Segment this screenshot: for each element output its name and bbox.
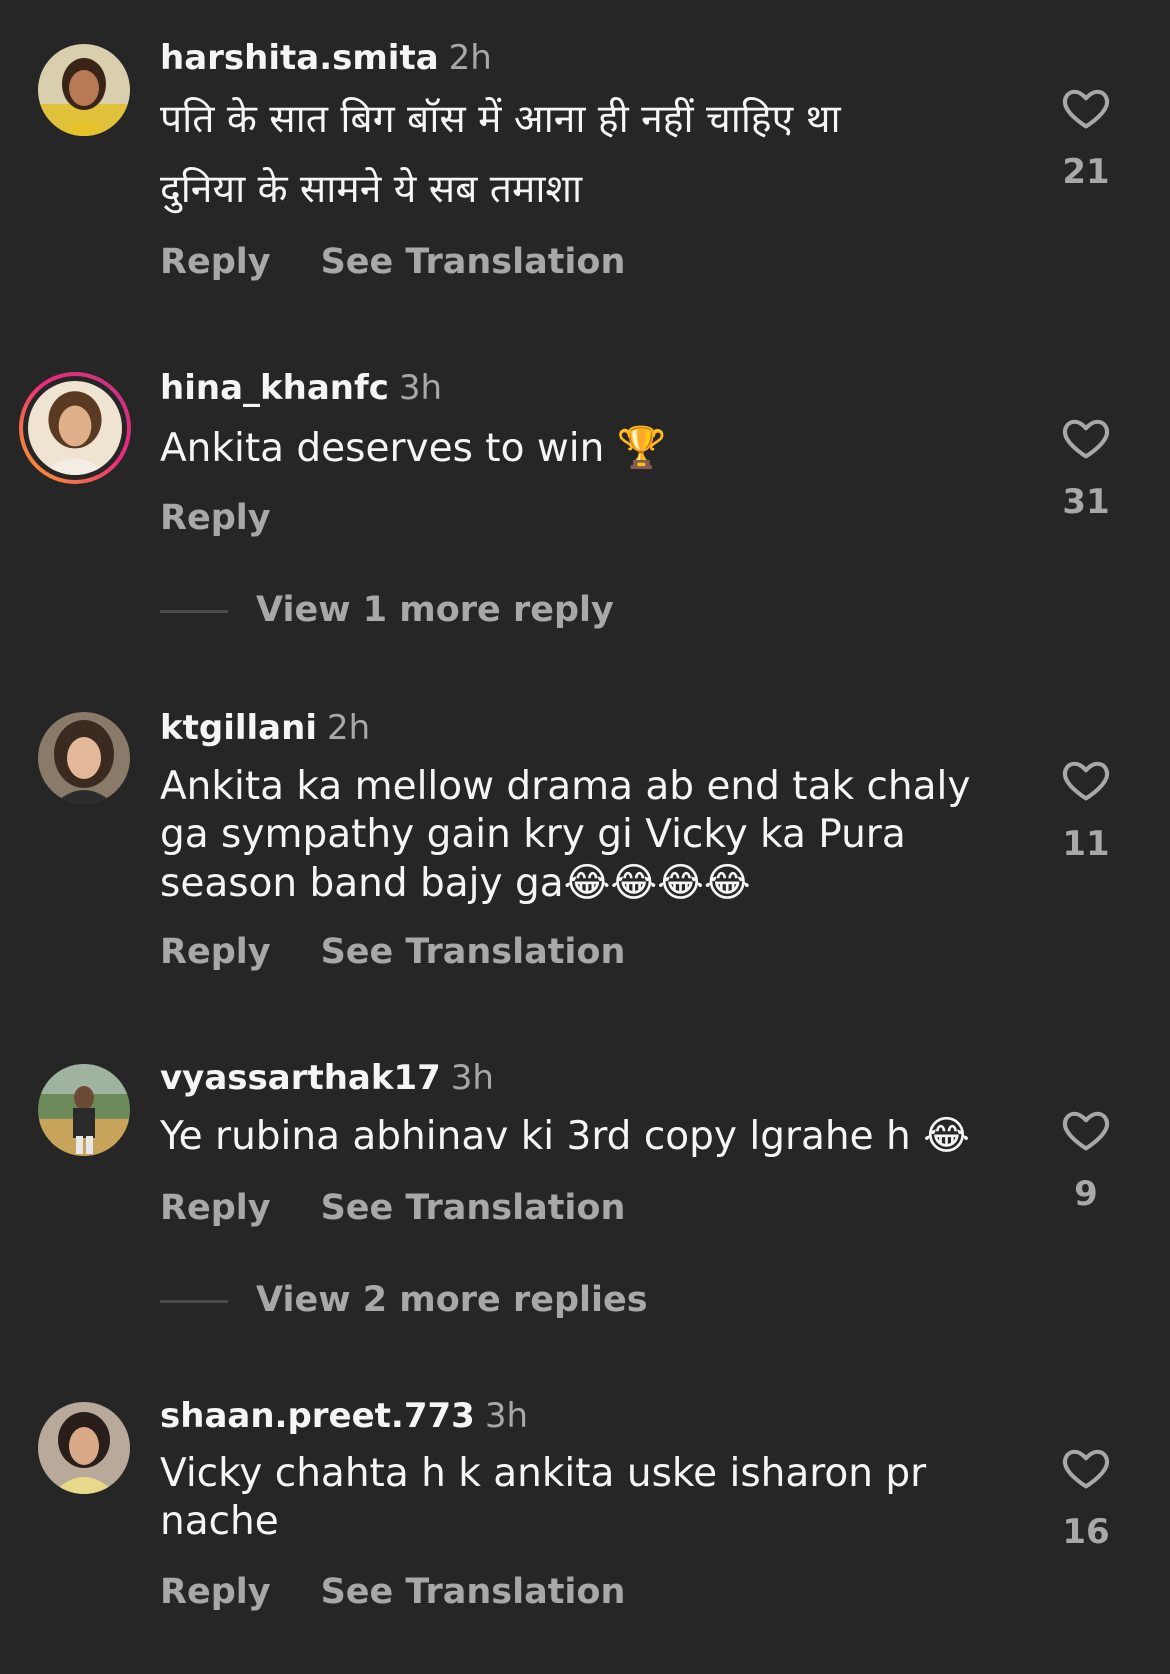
comment-actions: Reply See Translation [160,242,625,282]
avatar [28,381,122,475]
reply-button[interactable]: Reply [160,242,271,282]
like-control: 11 [1050,754,1122,864]
timestamp: 2h [326,708,371,748]
avatar-with-story-ring[interactable] [19,372,131,484]
like-control: 31 [1050,412,1122,522]
reply-button[interactable]: Reply [160,932,271,972]
avatar[interactable] [38,1402,130,1494]
username[interactable]: ktgillani [160,708,317,748]
heart-outline-icon[interactable] [1060,82,1112,134]
see-translation-button[interactable]: See Translation [321,242,626,282]
view-more-replies[interactable]: View 1 more reply [160,590,614,630]
username[interactable]: vyassarthak17 [160,1058,441,1098]
comment-text-body: Ye rubina abhinav ki 3rd copy lgrahe h [160,1114,911,1159]
like-control: 21 [1050,82,1122,192]
heart-outline-icon[interactable] [1060,1104,1112,1156]
view-more-replies[interactable]: View 2 more replies [160,1280,648,1320]
like-control: 16 [1050,1442,1122,1552]
username[interactable]: shaan.preet.773 [160,1396,475,1436]
comment-actions: Reply [160,498,321,538]
view-more-replies-label: View 2 more replies [256,1280,648,1320]
comment-text: Ankita ka mellow drama ab end tak chaly … [160,763,990,908]
divider-line [160,609,228,613]
like-count: 21 [1062,152,1110,192]
divider-line [160,1299,228,1303]
like-count: 9 [1074,1174,1098,1214]
heart-outline-icon[interactable] [1060,754,1112,806]
timestamp: 2h [448,38,492,78]
comment-item: hina_khanfc 3h Ankita deserves to win 🏆 R… [0,330,1170,670]
reply-button[interactable]: Reply [160,1572,271,1612]
avatar[interactable] [38,44,130,136]
comment-item: ktgillani 2h Ankita ka mellow drama ab en… [0,670,1170,1030]
username[interactable]: harshita.smita [160,38,439,78]
comment-text: Vicky chahta h k ankita uske isharon pr … [160,1450,990,1546]
timestamp: 3h [484,1396,529,1436]
comment-header: hina_khanfc 3h [160,368,442,408]
comment-actions: Reply See Translation [160,932,625,972]
timestamp: 3h [398,368,443,408]
like-count: 11 [1062,824,1110,864]
comment-header: shaan.preet.773 3h [160,1396,528,1436]
comment-item: vyassarthak17 3h Ye rubina abhinav ki 3rd… [0,1030,1170,1360]
comment-item: harshita.smita 2h पति के सात बिग बॉस में … [0,0,1170,330]
like-count: 16 [1062,1512,1110,1552]
comment-actions: Reply See Translation [160,1572,625,1612]
like-control: 9 [1050,1104,1122,1214]
laughing-emoji: 😂 [923,1113,970,1159]
comment-text: Ankita deserves to win 🏆 [160,424,990,473]
see-translation-button[interactable]: See Translation [321,1188,626,1228]
comment-text-line: दुनिया के सामने ये सब तमाशा [160,167,583,212]
see-translation-button[interactable]: See Translation [321,1572,626,1612]
comment-header: ktgillani 2h [160,708,370,748]
comment-item: shaan.preet.773 3h Vicky chahta h k ankit… [0,1370,1170,1674]
comment-actions: Reply See Translation [160,1188,625,1228]
laughing-emoji: 😂😂😂😂 [563,860,751,906]
trophy-emoji: 🏆 [616,425,667,471]
timestamp: 3h [450,1058,494,1098]
heart-outline-icon[interactable] [1060,412,1112,464]
see-translation-button[interactable]: See Translation [321,932,626,972]
reply-button[interactable]: Reply [160,1188,271,1228]
comment-text-body: Vicky chahta h k ankita uske isharon pr … [160,1451,927,1544]
comment-header: harshita.smita 2h [160,38,492,78]
heart-outline-icon[interactable] [1060,1442,1112,1494]
reply-button[interactable]: Reply [160,498,271,538]
comment-text: पति के सात बिग बॉस में आना ही नहीं चाहिए… [160,85,990,225]
username[interactable]: hina_khanfc [160,368,389,408]
comment-header: vyassarthak17 3h [160,1058,494,1098]
comment-text: Ye rubina abhinav ki 3rd copy lgrahe h 😂 [160,1112,990,1161]
view-more-replies-label: View 1 more reply [256,590,614,630]
comment-text-line: पति के सात बिग बॉस में आना ही नहीं चाहिए… [160,97,841,142]
avatar[interactable] [38,712,130,804]
avatar[interactable] [38,1064,130,1156]
comment-text-body: Ankita deserves to win [160,426,605,471]
like-count: 31 [1062,482,1110,522]
